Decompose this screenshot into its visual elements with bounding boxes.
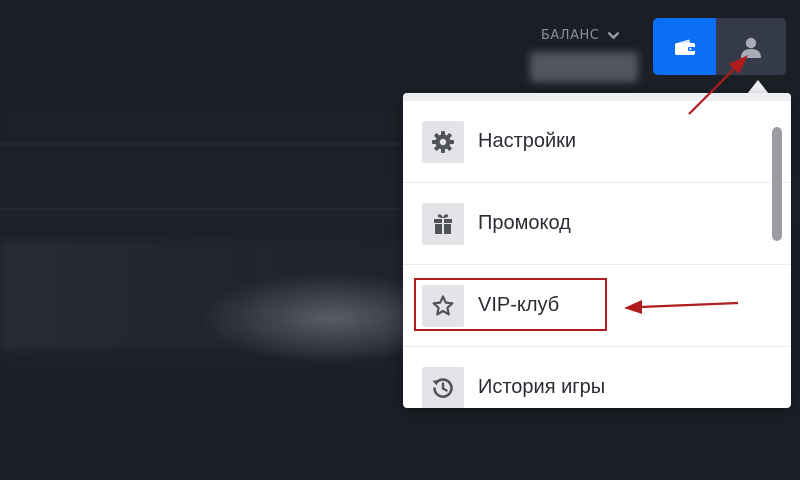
blurred-divider: [0, 143, 400, 145]
menu-item-label: История игры: [478, 376, 606, 398]
balance-value-blurred: [530, 52, 638, 82]
blurred-content-panel: [0, 240, 420, 350]
menu-item-game-history[interactable]: История игры: [403, 347, 791, 408]
dropdown-scrollbar[interactable]: [772, 127, 782, 241]
dropdown-header-strip: [403, 93, 791, 101]
chevron-down-icon: [608, 32, 620, 39]
gift-icon: [434, 213, 452, 234]
profile-dropdown-menu: Настройки Промокод VIP-клуб История игры: [403, 93, 791, 408]
wallet-button[interactable]: [653, 18, 716, 75]
profile-button[interactable]: [716, 18, 786, 75]
menu-item-promocode[interactable]: Промокод: [403, 183, 791, 265]
dropdown-caret: [747, 80, 769, 94]
blurred-divider: [0, 208, 400, 210]
history-icon: [432, 377, 453, 398]
menu-item-settings[interactable]: Настройки: [403, 101, 791, 183]
balance-toggle[interactable]: БАЛАНС: [541, 28, 620, 43]
wallet-icon: [674, 39, 695, 55]
menu-item-label: Настройки: [478, 130, 577, 152]
menu-item-label: Промокод: [478, 212, 571, 234]
vip-club-highlight-box: [414, 278, 607, 331]
user-icon: [741, 37, 761, 58]
balance-label: БАЛАНС: [541, 28, 600, 43]
gear-icon: [432, 130, 454, 153]
